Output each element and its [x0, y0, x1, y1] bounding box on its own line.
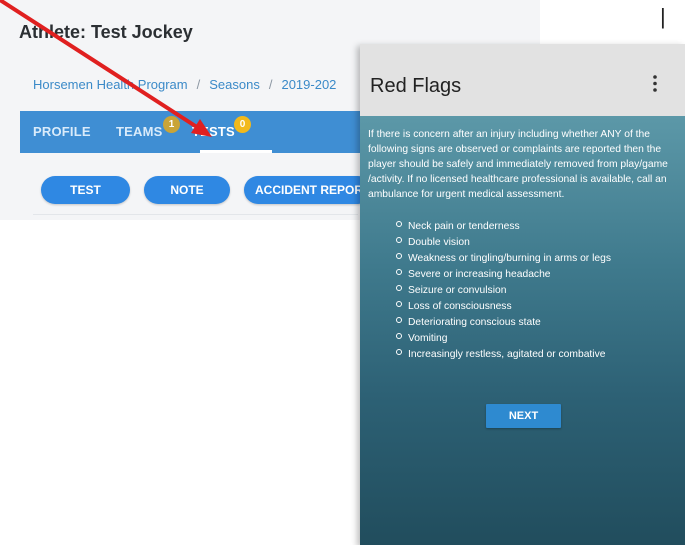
breadcrumb-separator: /: [268, 77, 273, 92]
list-item: Increasingly restless, agitated or comba…: [396, 347, 611, 363]
note-button[interactable]: NOTE: [144, 176, 230, 204]
more-vertical-icon[interactable]: [653, 75, 657, 92]
test-button[interactable]: TEST: [41, 176, 130, 204]
list-item: Severe or increasing headache: [396, 267, 611, 283]
bullet-icon: [396, 269, 402, 275]
tests-count-badge: 0: [234, 116, 251, 133]
modal-body: If there is concern after an injury incl…: [360, 116, 685, 545]
content-divider: [33, 214, 358, 215]
list-item: Weakness or tingling/burning in arms or …: [396, 251, 611, 267]
list-item: Vomiting: [396, 331, 611, 347]
next-button[interactable]: NEXT: [486, 404, 561, 428]
bullet-icon: [396, 221, 402, 227]
flag-label: Deteriorating conscious state: [408, 317, 541, 328]
flag-label: Severe or increasing headache: [408, 269, 551, 280]
bullet-icon: [396, 349, 402, 355]
bullet-icon: [396, 253, 402, 259]
flag-label: Seizure or convulsion: [408, 285, 507, 296]
flag-label: Weakness or tingling/burning in arms or …: [408, 253, 611, 264]
bullet-icon: [396, 301, 402, 307]
active-tab-indicator: [200, 150, 272, 153]
list-item: Seizure or convulsion: [396, 283, 611, 299]
tab-profile[interactable]: PROFILE: [33, 124, 91, 139]
breadcrumb-season[interactable]: 2019-202: [281, 77, 336, 92]
modal-title: Red Flags: [370, 75, 462, 97]
bullet-icon: [396, 333, 402, 339]
red-flags-intro: If there is concern after an injury incl…: [368, 129, 668, 200]
text-cursor-icon: |: [660, 4, 666, 29]
breadcrumb: Horsemen Health Program / Seasons / 2019-202: [33, 77, 336, 92]
accident-report-button[interactable]: ACCIDENT REPORT: [244, 176, 372, 204]
modal-header: Red Flags: [360, 44, 685, 116]
flag-label: Double vision: [408, 237, 470, 248]
flag-label: Neck pain or tenderness: [408, 221, 520, 232]
flag-label: Increasingly restless, agitated or comba…: [408, 349, 606, 360]
breadcrumb-program[interactable]: Horsemen Health Program: [33, 77, 188, 92]
tab-teams[interactable]: TEAMS: [116, 124, 163, 139]
bullet-icon: [396, 285, 402, 291]
bullet-icon: [396, 317, 402, 323]
red-flags-list: Neck pain or tenderness Double vision We…: [396, 219, 611, 363]
red-flags-modal: Red Flags If there is concern after an i…: [360, 44, 685, 545]
list-item: Neck pain or tenderness: [396, 219, 611, 235]
breadcrumb-seasons[interactable]: Seasons: [209, 77, 260, 92]
flag-label: Vomiting: [408, 333, 448, 344]
flag-label: Loss of consciousness: [408, 301, 512, 312]
tab-bar: PROFILE TEAMS 1 TESTS 0: [20, 111, 360, 153]
teams-count-badge: 1: [163, 116, 180, 133]
page-title: Athlete: Test Jockey: [19, 22, 193, 42]
tab-tests[interactable]: TESTS: [192, 124, 235, 139]
list-item: Loss of consciousness: [396, 299, 611, 315]
list-item: Double vision: [396, 235, 611, 251]
breadcrumb-separator: /: [196, 77, 201, 92]
list-item: Deteriorating conscious state: [396, 315, 611, 331]
bullet-icon: [396, 237, 402, 243]
